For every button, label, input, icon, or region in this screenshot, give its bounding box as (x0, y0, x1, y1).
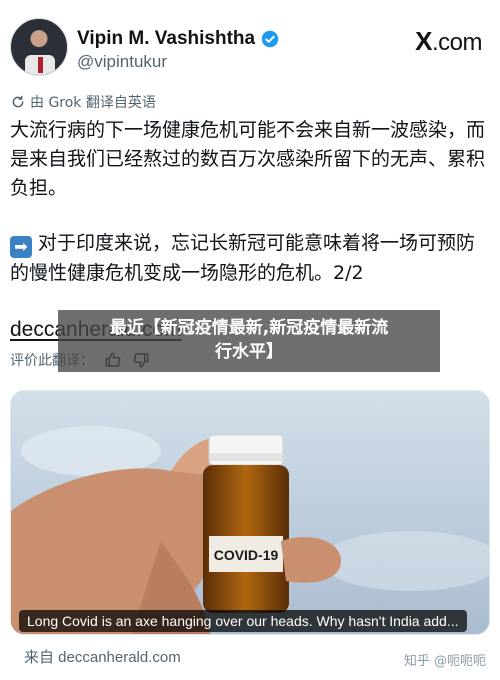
covid-vial-photo: COVID-19 (11, 391, 489, 634)
tweet-paragraph-1: 大流行病的下一场健康危机可能不会来自新一波感染，而是来自我们已经熬过的数百万次感… (10, 119, 486, 199)
translation-label: 由 Grok 翻译自英语 (30, 95, 156, 111)
refresh-icon (12, 95, 24, 108)
tweet-body: 大流行病的下一场健康危机可能不会来自新一波感染，而是来自我们已经熬过的数百万次感… (10, 116, 490, 203)
author-name[interactable]: Vipin M. Vashishtha (77, 28, 255, 50)
translation-notice[interactable]: 由 Grok 翻译自英语 (10, 92, 156, 112)
verified-badge-icon (261, 30, 279, 48)
overlay-line-1: 最近【新冠疫情最新,新冠疫情最新流 (109, 318, 389, 338)
right-arrow-icon: ➡ (10, 236, 32, 258)
title-overlay: 最近【新冠疫情最新,新冠疫情最新流 行水平】 (58, 310, 440, 372)
bottle-label: COVID-19 (214, 547, 279, 563)
x-logo: X.com (415, 26, 482, 56)
author-handle[interactable]: @vipintukur (77, 52, 167, 72)
author-row: Vipin M. Vashishtha (77, 28, 279, 50)
avatar[interactable] (10, 18, 68, 76)
tweet-paragraph-2-wrap: ➡ 对于印度来说，忘记长新冠可能意味着将一场可预防的慢性健康危机变成一场隐形的危机… (10, 228, 490, 288)
tweet-paragraph-2: 对于印度来说，忘记长新冠可能意味着将一场可预防的慢性健康危机变成一场隐形的危机。… (10, 232, 476, 284)
source-label[interactable]: 来自 deccanherald.com (24, 646, 181, 667)
link-preview-card[interactable]: COVID-19 Long Covid is an axe hanging ov… (10, 390, 490, 635)
tweet-header: Vipin M. Vashishtha @vipintukur X.com (0, 0, 500, 80)
card-caption: Long Covid is an axe hanging over our he… (19, 610, 467, 632)
overlay-line-2: 行水平】 (215, 342, 283, 362)
watermark: 知乎 @呃呃呃 (403, 654, 486, 669)
